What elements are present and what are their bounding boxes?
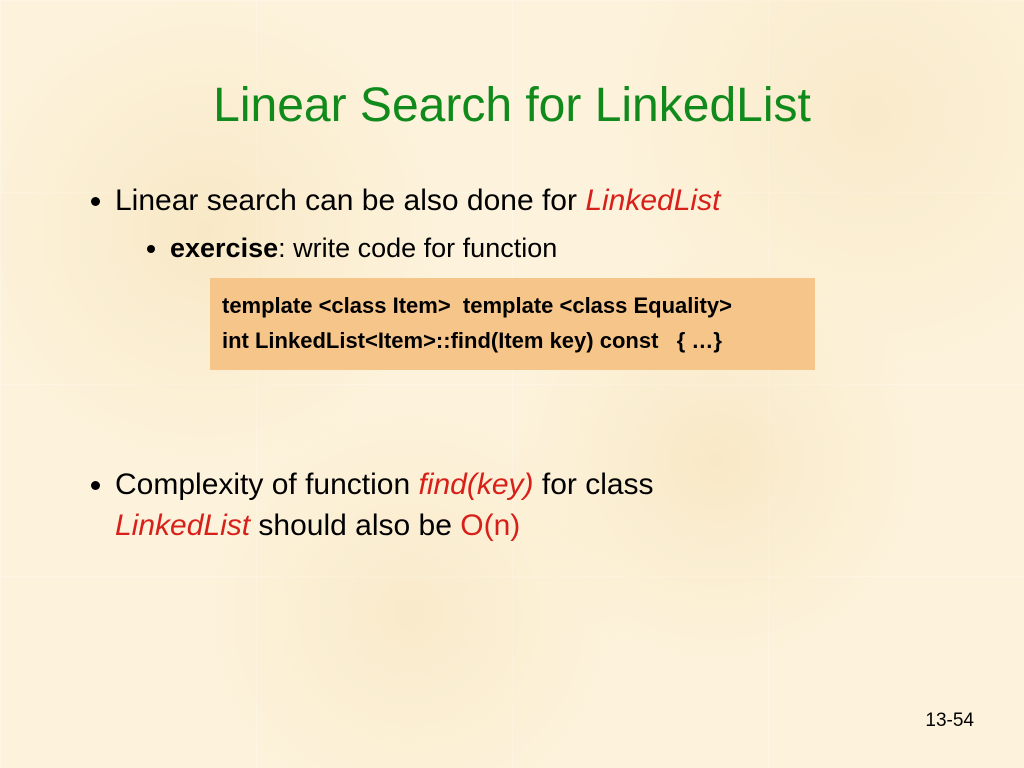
complexity: O(n) [460,509,520,542]
bullet-text: Complexity of function [115,468,418,501]
exercise-text: : write code for function [278,233,557,263]
code-line: int LinkedList<Item>::find(Item key) con… [222,323,803,358]
slide-content: Linear search can be also done for Linke… [0,133,1024,546]
bullet-item: Linear search can be also done for Linke… [115,181,949,266]
slide-title: Linear Search for LinkedList [0,0,1024,133]
code-box: template <class Item> template <class Eq… [210,278,815,370]
bullet-emph: LinkedList [585,184,720,217]
code-line: template <class Item> template <class Eq… [222,288,803,323]
bullet-item: Complexity of function find(key) for cla… [115,465,949,546]
sub-bullet-item: exercise: write code for function [170,230,949,266]
slide-number: 13-54 [925,710,974,732]
exercise-label: exercise [170,233,278,263]
bullet-text: Linear search can be also done for [115,184,585,217]
function-name: find(key) [418,468,533,501]
bullet-text: should also be [250,509,460,542]
class-name: LinkedList [115,509,250,542]
bullet-text: for class [534,468,654,501]
